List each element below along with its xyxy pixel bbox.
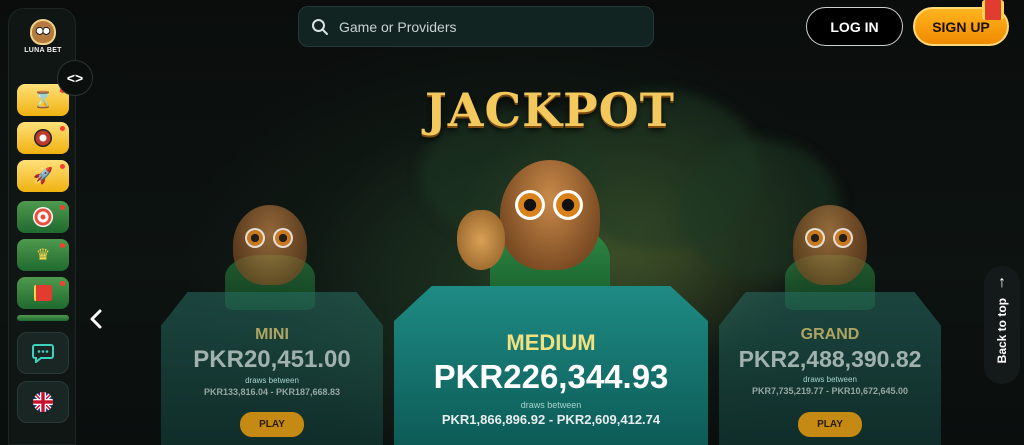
sidebar-game-target[interactable] [17, 201, 69, 233]
tier-range: PKR133,816.04 - PKR187,668.83 [203, 387, 341, 397]
tier-amount: PKR226,344.93 [433, 358, 669, 395]
search-icon [312, 18, 328, 35]
sidebar-game-roulette[interactable] [17, 122, 69, 154]
chevron-left-icon [90, 309, 102, 329]
jackpot-card-medium: MEDIUM PKR226,344.93 draws between PKR1,… [394, 286, 708, 445]
tier-amount: PKR20,451.00 [193, 346, 351, 373]
gift-icon [34, 285, 52, 301]
jackpot-title: JACKPOT [425, 83, 675, 137]
search-input[interactable]: Game or Providers [339, 19, 456, 35]
search-bar[interactable]: Game or Providers [298, 6, 654, 47]
tier-level: GRAND [800, 326, 860, 343]
draws-between-label: draws between [803, 375, 857, 384]
owl-logo-icon [30, 19, 56, 45]
code-brackets-icon: <> [66, 70, 84, 86]
sidebar-game-crown[interactable]: ♛ [17, 239, 69, 271]
back-to-top-label: Back to top [995, 298, 1009, 364]
jackpot-card-mini: MINI PKR20,451.00 draws between PKR133,8… [161, 292, 383, 445]
draws-between-label: draws between [520, 400, 582, 410]
sidebar-game-gift[interactable] [17, 277, 69, 309]
back-to-top-button[interactable]: ↑ Back to top [984, 266, 1020, 384]
crown-icon: ♛ [35, 247, 51, 264]
uk-flag-icon [33, 392, 53, 412]
tier-range: PKR1,866,896.92 - PKR2,609,412.74 [441, 412, 661, 427]
logo-text: LUNA BET [24, 47, 62, 54]
money-bag-icon [457, 210, 505, 270]
sidebar-game-partial[interactable] [17, 315, 69, 321]
sidebar-toggle-button[interactable]: <> [57, 60, 93, 96]
brand-logo[interactable]: LUNA BET [24, 19, 62, 63]
chat-icon [32, 344, 54, 363]
rocket-icon: 🚀 [33, 168, 53, 185]
play-button[interactable]: PLAY [240, 412, 304, 437]
chat-button[interactable] [17, 332, 69, 374]
tier-range: PKR7,735,219.77 - PKR10,672,645.00 [751, 386, 909, 396]
carousel-prev-button[interactable] [86, 306, 106, 332]
target-icon [33, 207, 53, 227]
hourglass-icon: ⌛ [33, 92, 53, 109]
sidebar-game-rocket[interactable]: 🚀 [17, 160, 69, 192]
tier-level: MEDIUM [506, 330, 596, 355]
tier-amount: PKR2,488,390.82 [738, 346, 922, 372]
jackpot-card-grand: GRAND PKR2,488,390.82 draws between PKR7… [719, 292, 941, 445]
tier-level: MINI [255, 326, 289, 343]
language-button[interactable] [17, 381, 69, 423]
arrow-up-icon: ↑ [998, 274, 1006, 291]
gift-icon [982, 0, 1004, 20]
play-button[interactable]: PLAY [798, 412, 862, 437]
roulette-icon [34, 129, 52, 147]
draws-between-label: draws between [245, 376, 299, 385]
login-button[interactable]: LOG IN [806, 7, 903, 46]
